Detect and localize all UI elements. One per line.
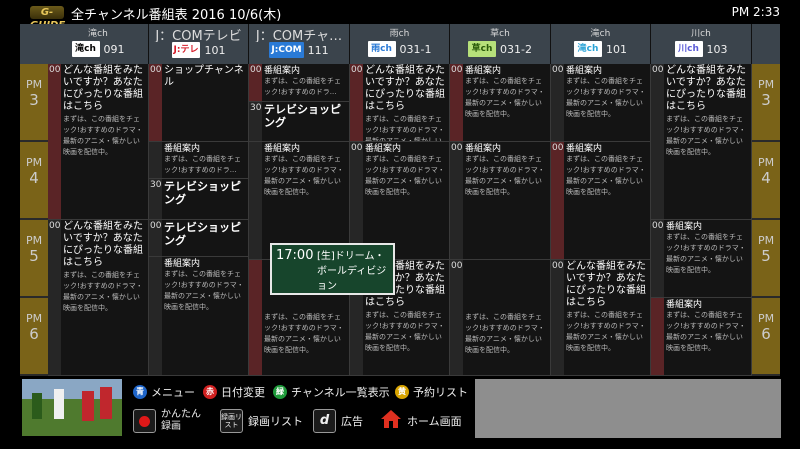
hour-cell: PM 4 (752, 142, 780, 219)
program-cell[interactable]: 00 まずは、この番組をチェック!おすすめのドラマ・最新のアニメ・懐かしい映画を… (450, 260, 550, 376)
blue-button-icon: 青 (133, 385, 147, 399)
program-cell[interactable]: 00 番組案内 まずは、この番組をチェック!おすすめのドラマ・最新のアニメ・懐か… (551, 142, 650, 260)
red-button-icon: 赤 (203, 385, 217, 399)
channel-header[interactable]: 草ch 草ch 031-2 (450, 24, 551, 64)
page-title: 全チャンネル番組表 2016 10/6(木) (71, 8, 282, 23)
preview-area (475, 379, 781, 438)
live-tv-thumbnail[interactable] (22, 379, 122, 436)
channel-logo: 滝ch (574, 41, 602, 57)
program-cell[interactable]: 番組案内 まずは、この番組をチェック!おすすめのドラ... (149, 142, 248, 179)
home-icon (380, 409, 402, 432)
program-cell[interactable]: 00 ショップチャンネル (149, 64, 248, 142)
ad-button[interactable]: d 広告 (313, 409, 363, 433)
program-cell[interactable]: 00 番組案内 まずは、この番組をチェック!おすすめのドラ... (249, 64, 349, 102)
time-column-left: PM 3 PM 4 PM 5 PM 6 (20, 24, 48, 376)
green-button-icon: 緑 (273, 385, 287, 399)
d-button-icon: d (313, 409, 336, 433)
program-cell[interactable]: 00 番組案内 まずは、この番組をチェック!おすすめのドラマ・最新のアニメ・懐か… (651, 220, 751, 298)
channel-header[interactable]: 雨ch 雨ch 031-1 (350, 24, 450, 64)
hour-cell: PM 3 (752, 64, 780, 141)
channel-column: 00 ショップチャンネル 番組案内 まずは、この番組をチェック!おすすめのドラ.… (149, 64, 249, 376)
hour-cell: PM 5 (20, 220, 48, 297)
popup-time: 17:00 (276, 248, 314, 263)
channel-logo: 雨ch (367, 41, 396, 57)
channel-column: 00 どんな番組をみたいですか？あなたにぴったりな番組はこちら まずは、この番組… (350, 64, 450, 376)
program-cell[interactable]: 30 テレビショッピング (249, 102, 349, 142)
channel-header[interactable]: J：COMチャ… J:COM 111 (249, 24, 350, 64)
program-cell[interactable]: 30 テレビショッピング (149, 179, 248, 220)
channel-logo: 草ch (468, 41, 497, 57)
channel-header[interactable]: J：COMテレビ J:テレ 101 (149, 24, 249, 64)
hour-cell: PM 6 (20, 298, 48, 375)
hour-cell: PM 3 (20, 64, 48, 141)
channel-header[interactable]: 滝ch 滝ch 091 (48, 24, 149, 64)
clock: PM 2:33 (731, 5, 780, 19)
time-column-right: PM 3 PM 4 PM 5 PM 6 (752, 24, 780, 376)
home-button[interactable]: ホーム画面 (380, 409, 462, 432)
hour-cell: PM 4 (20, 142, 48, 219)
record-list-icon: 録画リスト (220, 409, 243, 433)
channel-column: 00 どんな番組をみたいですか？あなたにぴったりな番組はこちら まずは、この番組… (651, 64, 752, 376)
yellow-button-icon: 黄 (395, 385, 409, 399)
channel-logo: J:テレ (171, 42, 201, 58)
date-change-button[interactable]: 赤 日付変更 (203, 384, 265, 400)
channel-logo: 滝ch (71, 41, 100, 57)
program-cell[interactable]: 00 番組案内 まずは、この番組をチェック!おすすめのドラマ・最新のアニメ・懐か… (450, 142, 550, 260)
channel-list-button[interactable]: 緑 チャンネル一覧表示 (273, 384, 390, 400)
channel-header[interactable]: 川ch 川ch 103 (651, 24, 752, 64)
program-cell[interactable]: 番組案内 まずは、この番組をチェック!おすすめのドラマ・最新のアニメ・懐かしい映… (149, 257, 248, 376)
program-cell[interactable]: 00 どんな番組をみたいですか？あなたにぴったりな番組はこちら まずは、この番組… (551, 260, 650, 376)
g-guide-logo: G-GUIDE (30, 6, 65, 31)
program-cell[interactable]: 00 どんな番組をみたいですか？あなたにぴったりな番組はこちら まずは、この番組… (48, 220, 148, 376)
program-cell[interactable]: 00 どんな番組をみたいですか？あなたにぴったりな番組はこちら まずは、この番組… (48, 64, 148, 220)
hour-cell: PM 5 (752, 220, 780, 297)
channel-logo: 川ch (674, 41, 703, 57)
easy-record-button[interactable]: かんたん録画 (133, 409, 201, 433)
hour-cell: PM 6 (752, 298, 780, 375)
menu-button[interactable]: 青 メニュー (133, 384, 195, 400)
top-bar: G-GUIDE 全チャンネル番組表 2016 10/6(木) PM 2:33 (0, 0, 800, 31)
channel-column: 00 番組案内 まずは、この番組をチェック!おすすめのドラマ・最新のアニメ・懐か… (450, 64, 551, 376)
program-cell[interactable]: 00 番組案内 まずは、この番組をチェック!おすすめのドラマ・最新のアニメ・懐か… (450, 64, 550, 142)
channel-column: 00 番組案内 まずは、この番組をチェック!おすすめのドラマ・最新のアニメ・懐か… (551, 64, 651, 376)
bottom-bar: 青 メニュー 赤 日付変更 緑 チャンネル一覧表示 黄 予約リスト かんたん録画… (0, 376, 800, 449)
record-icon (133, 409, 156, 433)
program-cell[interactable]: 00 テレビショッピング (149, 220, 248, 257)
reservation-list-button[interactable]: 黄 予約リスト (395, 384, 468, 400)
record-list-button[interactable]: 録画リスト 録画リスト (220, 409, 303, 433)
channel-logo: J:COM (269, 42, 304, 58)
selected-program-popup[interactable]: 17:00 [生]ドリーム・ボールディビジョン (270, 243, 395, 295)
program-cell[interactable]: 番組案内 まずは、この番組をチェック!おすすめのドラマ・最新のアニメ・懐かしい映… (651, 298, 751, 376)
popup-title: [生]ドリーム・ボールディビジョン (317, 251, 387, 292)
program-cell[interactable]: 00 どんな番組をみたいですか？あなたにぴったりな番組はこちら まずは、この番組… (350, 64, 449, 142)
channel-column: 00 番組案内 まずは、この番組をチェック!おすすめのドラ... 30 テレビシ… (249, 64, 350, 376)
channel-column: 00 どんな番組をみたいですか？あなたにぴったりな番組はこちら まずは、この番組… (48, 64, 149, 376)
program-cell[interactable]: 00 番組案内 まずは、この番組をチェック!おすすめのドラマ・最新のアニメ・懐か… (551, 64, 650, 142)
channel-header[interactable]: 滝ch 滝ch 101 (551, 24, 651, 64)
program-cell[interactable]: 00 どんな番組をみたいですか？あなたにぴったりな番組はこちら まずは、この番組… (651, 64, 751, 220)
program-grid: PM 3 PM 4 PM 5 PM 6 PM 3 PM 4 PM 5 PM 6 滝ch 滝ch 0… (20, 24, 780, 376)
